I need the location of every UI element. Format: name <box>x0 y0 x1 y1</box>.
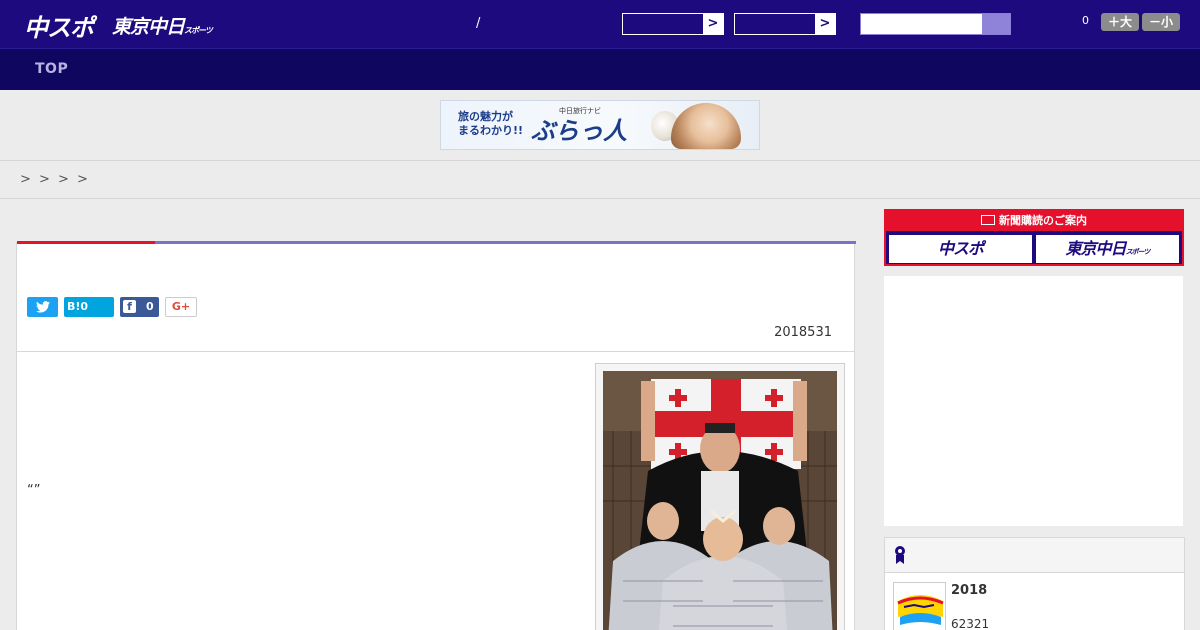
article-accent-bar-red <box>17 241 155 244</box>
category-select-1[interactable]: > <box>622 13 724 35</box>
tokyo-chunichi-logo-small: スポーツ <box>184 26 213 35</box>
banner-copy: 旅の魅力が まるわかり!! <box>458 110 523 138</box>
ranking-header <box>885 538 1184 573</box>
ranking-thumbnail[interactable] <box>893 582 946 630</box>
ribbon-icon <box>895 546 905 564</box>
article-accent-bar <box>17 241 856 244</box>
facebook-share-button[interactable]: f 0 <box>120 297 159 317</box>
googleplus-share-button[interactable]: G+ <box>165 297 197 317</box>
article-photo[interactable] <box>603 371 837 630</box>
chuspo-logo[interactable]: 中スポ <box>24 8 94 43</box>
article-date: 2018531 <box>774 325 832 340</box>
font-size-count: 0 <box>1082 14 1089 27</box>
hatena-bookmark-button[interactable]: B!0 <box>64 297 114 317</box>
ranking-item-number: 62321 <box>951 617 990 630</box>
sumo-photo-illustration <box>603 371 837 630</box>
subscription-header-text: 新聞購読のご案内 <box>999 214 1087 227</box>
ranking-widget: 2018 62321 <box>884 537 1185 630</box>
banner-brand: ぶらっ人 <box>531 117 627 145</box>
tokyo-chunichi-logo-text: 東京中日 <box>112 16 185 38</box>
twitter-share-button[interactable] <box>27 297 58 317</box>
font-bigger-button[interactable]: ＋大 <box>1101 13 1139 31</box>
article-body-text: “” <box>27 483 41 498</box>
breadcrumb: > > > > <box>0 161 1200 199</box>
banner-model-image <box>671 103 741 149</box>
chevron-right-icon: > <box>815 14 835 34</box>
nav-item-top[interactable]: TOP <box>35 61 68 77</box>
facebook-icon: f <box>123 300 136 313</box>
article-divider <box>17 351 854 352</box>
banner-copy-line1: 旅の魅力が <box>458 110 513 123</box>
newspaper-subscription-banner[interactable]: 新聞購読のご案内 中スポ 東京中日スポーツ <box>884 209 1184 266</box>
banner-area: 旅の魅力が まるわかり!! 中日旅行ナビ ぶらっ人 <box>0 90 1200 161</box>
font-smaller-button[interactable]: －小 <box>1142 13 1180 31</box>
subscribe-chuspo-button[interactable]: 中スポ <box>889 235 1032 263</box>
breadcrumb-separator: > <box>77 172 88 187</box>
newspaper-icon <box>981 215 995 225</box>
sports-event-logo-image <box>894 583 945 630</box>
twitter-icon <box>35 301 50 313</box>
subscription-header: 新聞購読のご案内 <box>886 211 1182 231</box>
ranking-item-title[interactable]: 2018 <box>951 583 987 598</box>
header-separator: / <box>476 16 481 31</box>
breadcrumb-separator: > <box>20 172 31 187</box>
chevron-right-icon: > <box>703 14 723 34</box>
category-select-2[interactable]: > <box>734 13 836 35</box>
sidebar-ad-slot[interactable] <box>884 276 1183 526</box>
tokyo-chunichi-logo[interactable]: 東京中日スポーツ <box>112 12 213 39</box>
banner-copy-line2: まるわかり!! <box>458 124 524 137</box>
subscribe-tokyo-chunichi-text: 東京中日 <box>1065 239 1127 258</box>
breadcrumb-separator: > <box>58 172 69 187</box>
site-header: 中スポ 東京中日スポーツ / > > 0 ＋大 －小 <box>0 0 1200 48</box>
search-button[interactable] <box>982 14 1010 34</box>
article-photo-frame <box>595 363 845 630</box>
breadcrumb-separator: > <box>39 172 50 187</box>
facebook-share-count: 0 <box>146 300 154 313</box>
subscribe-tokyo-chunichi-button[interactable]: 東京中日スポーツ <box>1036 235 1179 263</box>
travel-navi-banner[interactable]: 旅の魅力が まるわかり!! 中日旅行ナビ ぶらっ人 <box>440 100 760 150</box>
global-nav: TOP <box>0 48 1200 90</box>
subscribe-tokyo-chunichi-small: スポーツ <box>1125 248 1151 256</box>
article: B!0 f 0 G+ 2018531 “” <box>16 241 856 630</box>
